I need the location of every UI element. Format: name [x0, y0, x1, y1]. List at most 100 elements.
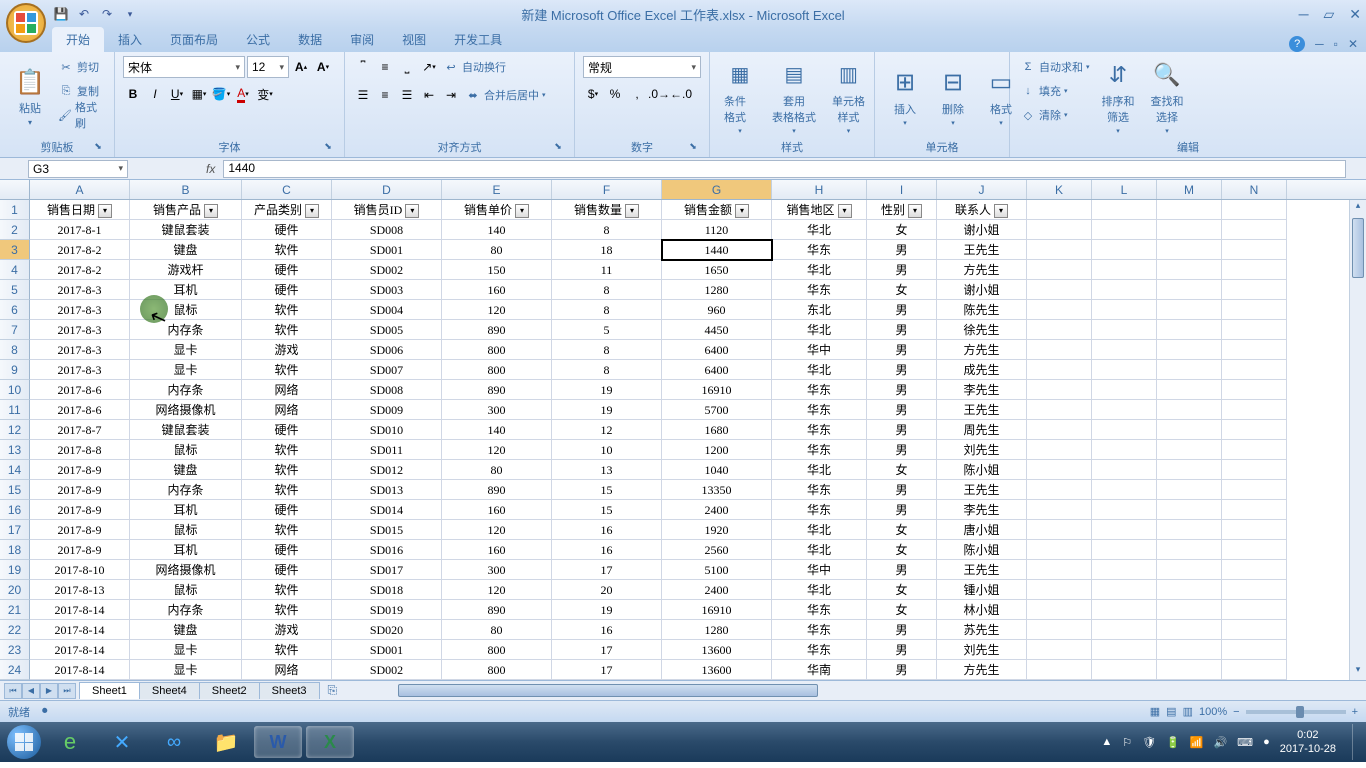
- row-header[interactable]: 23: [0, 640, 30, 660]
- cell[interactable]: 林小姐: [937, 600, 1027, 620]
- cell[interactable]: SD007: [332, 360, 442, 380]
- cell[interactable]: 8: [552, 280, 662, 300]
- cell[interactable]: 19: [552, 380, 662, 400]
- filter-dropdown-icon[interactable]: ▾: [838, 204, 852, 218]
- cell[interactable]: [1157, 260, 1222, 280]
- cell[interactable]: 960: [662, 300, 772, 320]
- hscroll-thumb[interactable]: [398, 684, 818, 697]
- cell[interactable]: 销售地区▾: [772, 200, 867, 220]
- cell[interactable]: [1222, 620, 1287, 640]
- cell[interactable]: 刘先生: [937, 440, 1027, 460]
- filter-dropdown-icon[interactable]: ▾: [305, 204, 319, 218]
- paste-button[interactable]: 📋 粘贴 ▾: [8, 56, 52, 137]
- cell[interactable]: 华北: [772, 540, 867, 560]
- number-launcher[interactable]: ⬊: [687, 141, 699, 153]
- cell[interactable]: SD006: [332, 340, 442, 360]
- cell[interactable]: 16910: [662, 380, 772, 400]
- sheet-tab[interactable]: Sheet2: [199, 682, 260, 699]
- font-color-button[interactable]: A▾: [233, 84, 253, 104]
- sheet-nav-last[interactable]: ⏭: [58, 683, 76, 699]
- row-header[interactable]: 16: [0, 500, 30, 520]
- cell[interactable]: 160: [442, 500, 552, 520]
- cell[interactable]: 1650: [662, 260, 772, 280]
- cell[interactable]: 软件: [242, 460, 332, 480]
- vertical-scrollbar[interactable]: ▴ ▾: [1349, 200, 1366, 680]
- sheet-tab[interactable]: Sheet4: [139, 682, 200, 699]
- cell[interactable]: 网络: [242, 400, 332, 420]
- cell[interactable]: [1157, 580, 1222, 600]
- merge-center-button[interactable]: ⬌合并后居中▾: [463, 84, 548, 106]
- cell[interactable]: [1092, 520, 1157, 540]
- row-header[interactable]: 10: [0, 380, 30, 400]
- cell[interactable]: [1157, 480, 1222, 500]
- cell[interactable]: 华东: [772, 420, 867, 440]
- cell[interactable]: [1027, 500, 1092, 520]
- column-header[interactable]: C: [242, 180, 332, 199]
- view-normal-icon[interactable]: ▦: [1150, 705, 1160, 718]
- cell[interactable]: [1027, 220, 1092, 240]
- cell[interactable]: [1092, 440, 1157, 460]
- start-button[interactable]: [4, 722, 44, 762]
- cell[interactable]: [1157, 380, 1222, 400]
- row-header[interactable]: 7: [0, 320, 30, 340]
- cell[interactable]: [1157, 620, 1222, 640]
- row-header[interactable]: 13: [0, 440, 30, 460]
- cell[interactable]: SD010: [332, 420, 442, 440]
- minimize-button[interactable]: ─: [1299, 6, 1309, 23]
- cell[interactable]: 2017-8-9: [30, 520, 130, 540]
- currency-icon[interactable]: $▾: [583, 84, 603, 104]
- cell[interactable]: SD013: [332, 480, 442, 500]
- cell[interactable]: 1040: [662, 460, 772, 480]
- cell[interactable]: SD001: [332, 640, 442, 660]
- cell[interactable]: 华北: [772, 580, 867, 600]
- row-header[interactable]: 24: [0, 660, 30, 680]
- cell[interactable]: [1092, 660, 1157, 680]
- cell[interactable]: 6400: [662, 360, 772, 380]
- cell[interactable]: 13600: [662, 660, 772, 680]
- cell[interactable]: 1440: [662, 240, 772, 260]
- taskbar-app2[interactable]: ∞: [150, 726, 198, 758]
- tray-network-icon[interactable]: 📶: [1190, 736, 1204, 749]
- find-select-button[interactable]: 🔍查找和 选择▾: [1145, 56, 1190, 137]
- cell[interactable]: [1092, 420, 1157, 440]
- cell[interactable]: 80: [442, 620, 552, 640]
- row-header[interactable]: 8: [0, 340, 30, 360]
- cell[interactable]: 销售日期▾: [30, 200, 130, 220]
- sheet-tab[interactable]: Sheet3: [259, 682, 320, 699]
- cell[interactable]: 王先生: [937, 480, 1027, 500]
- cell[interactable]: 20: [552, 580, 662, 600]
- cell[interactable]: 160: [442, 280, 552, 300]
- cell[interactable]: 男: [867, 620, 937, 640]
- redo-icon[interactable]: ↷: [98, 5, 116, 23]
- cell[interactable]: 华北: [772, 460, 867, 480]
- cell[interactable]: [1027, 300, 1092, 320]
- cell[interactable]: [1092, 360, 1157, 380]
- cell[interactable]: 网络: [242, 660, 332, 680]
- cell[interactable]: 16: [552, 520, 662, 540]
- cell[interactable]: 男: [867, 380, 937, 400]
- cell[interactable]: 男: [867, 240, 937, 260]
- cell[interactable]: 男: [867, 640, 937, 660]
- cell[interactable]: 谢小姐: [937, 220, 1027, 240]
- sheet-nav-first[interactable]: ⏮: [4, 683, 22, 699]
- phonetic-button[interactable]: 变▾: [255, 84, 275, 104]
- cell[interactable]: 800: [442, 640, 552, 660]
- row-header[interactable]: 4: [0, 260, 30, 280]
- cell[interactable]: 耳机: [130, 540, 242, 560]
- cell[interactable]: 17: [552, 640, 662, 660]
- cell[interactable]: 陈小姐: [937, 540, 1027, 560]
- cell[interactable]: 男: [867, 260, 937, 280]
- cell[interactable]: 锺小姐: [937, 580, 1027, 600]
- cell[interactable]: 女: [867, 580, 937, 600]
- column-header[interactable]: K: [1027, 180, 1092, 199]
- cell[interactable]: 游戏: [242, 340, 332, 360]
- clipboard-launcher[interactable]: ⬊: [92, 141, 104, 153]
- cell[interactable]: 王先生: [937, 560, 1027, 580]
- cell[interactable]: [1027, 340, 1092, 360]
- bold-button[interactable]: B: [123, 84, 143, 104]
- font-name-select[interactable]: 宋体: [123, 56, 245, 78]
- cell[interactable]: 硬件: [242, 280, 332, 300]
- tray-volume-icon[interactable]: 🔊: [1213, 736, 1227, 749]
- cell[interactable]: 软件: [242, 300, 332, 320]
- column-header[interactable]: H: [772, 180, 867, 199]
